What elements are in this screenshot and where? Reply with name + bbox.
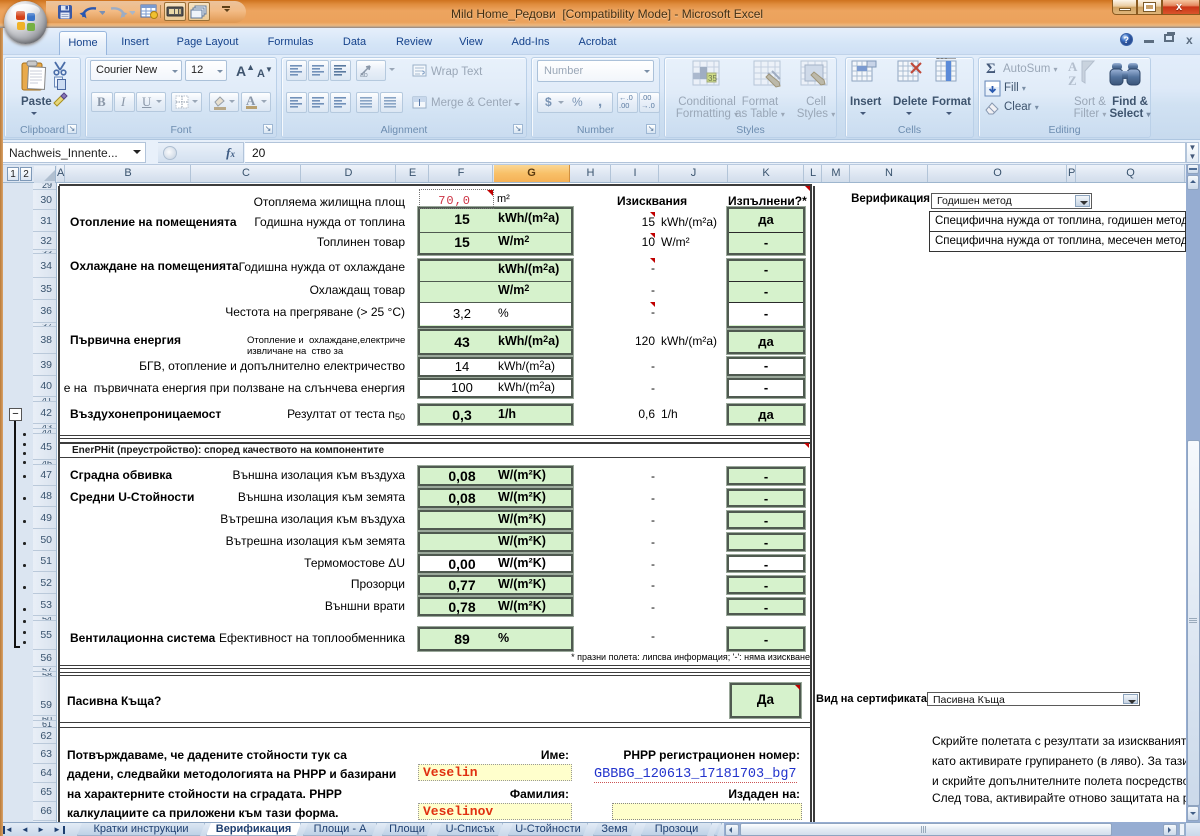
svg-text:Z: Z — [1068, 73, 1077, 88]
svg-text:35: 35 — [708, 74, 717, 83]
svg-text:?: ? — [1124, 35, 1130, 45]
svg-text:ab: ab — [360, 72, 368, 78]
svg-text:A: A — [1068, 59, 1078, 74]
